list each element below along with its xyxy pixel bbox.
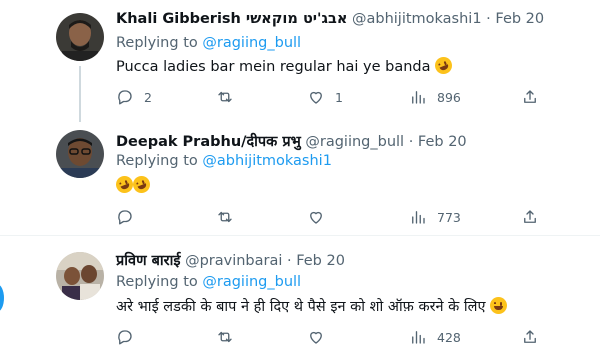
- share-button[interactable]: [521, 208, 539, 226]
- share-icon: [524, 210, 536, 223]
- views-icon: [412, 331, 425, 344]
- replying-mention-link[interactable]: @ragiing_bull: [202, 35, 301, 51]
- grinning-face-emoji: [490, 297, 508, 314]
- tweet-1[interactable]: Khali Gibberish אבג'יט מוקאשי @abhijitmo…: [0, 0, 600, 122]
- like-button[interactable]: [307, 328, 335, 346]
- rolling-laughing-emoji: [432, 54, 455, 77]
- avatar[interactable]: [56, 252, 104, 300]
- replying-to: Replying to @abhijitmokashi1: [116, 153, 332, 169]
- like-icon: [310, 211, 322, 224]
- thread-connector-line: [79, 66, 81, 122]
- like-button[interactable]: [307, 208, 335, 226]
- reply-button[interactable]: [116, 328, 144, 346]
- retweet-button[interactable]: [216, 328, 244, 346]
- separator-dot: ·: [408, 134, 414, 150]
- views-button[interactable]: 896: [409, 88, 461, 106]
- tweet-header: प्रविण बाराई @pravinbarai · Feb 20: [116, 250, 345, 270]
- display-name[interactable]: Deepak Prabhu/दीपक प्रभु: [116, 134, 301, 150]
- display-name[interactable]: Khali Gibberish אבג'יט מוקאשי: [116, 11, 347, 27]
- avatar[interactable]: [56, 130, 104, 178]
- reply-icon: [118, 330, 132, 345]
- avatar-image: [56, 130, 104, 178]
- replying-prefix: Replying to: [116, 274, 198, 290]
- retweet-icon: [218, 211, 232, 223]
- replying-to: Replying to @ragiing_bull: [116, 274, 301, 290]
- like-button[interactable]: 1: [307, 88, 343, 106]
- reply-button[interactable]: [116, 208, 144, 226]
- share-button[interactable]: [521, 328, 539, 346]
- views-button[interactable]: 773: [409, 208, 461, 226]
- like-icon: [310, 331, 322, 344]
- retweet-icon: [218, 91, 232, 103]
- tweet-3[interactable]: प्रविण बाराई @pravinbarai · Feb 20 Reply…: [0, 236, 600, 345]
- like-count: 1: [335, 89, 343, 105]
- avatar[interactable]: [56, 13, 104, 61]
- reply-button[interactable]: 2: [116, 88, 152, 106]
- handle[interactable]: @ragiing_bull: [305, 134, 404, 150]
- tweet-date[interactable]: Feb 20: [418, 134, 467, 150]
- replying-to: Replying to @ragiing_bull: [116, 35, 301, 51]
- tweet-2[interactable]: Deepak Prabhu/दीपक प्रभु @ragiing_bull ·…: [0, 122, 600, 235]
- handle[interactable]: @pravinbarai: [185, 253, 282, 269]
- retweet-button[interactable]: [216, 208, 244, 226]
- replying-prefix: Replying to: [116, 35, 198, 51]
- tweet-text-content: Pucca ladies bar mein regular hai ye ban…: [116, 59, 431, 75]
- handle[interactable]: @abhijitmokashi1: [352, 11, 482, 27]
- avatar-image: [56, 252, 104, 300]
- tweet-header: Khali Gibberish אבג'יט מוקאשי @abhijitmo…: [116, 11, 544, 27]
- views-icon: [412, 91, 425, 104]
- views-button[interactable]: 428: [409, 328, 461, 346]
- share-icon: [524, 90, 536, 103]
- tweet-text: Pucca ladies bar mein regular hai ye ban…: [116, 54, 455, 77]
- tweet-header: Deepak Prabhu/दीपक प्रभु @ragiing_bull ·…: [116, 131, 467, 151]
- action-bar: 2 1 896: [116, 88, 546, 110]
- retweet-button[interactable]: [216, 88, 244, 106]
- views-icon: [412, 211, 425, 224]
- tweet-text: [113, 173, 153, 196]
- retweet-icon: [218, 331, 232, 343]
- tweet-text: अरे भाई लडकी के बाप ने ही दिए थे पैसे इन…: [116, 296, 508, 316]
- share-icon: [524, 330, 536, 343]
- action-bar: 428: [116, 328, 546, 350]
- replying-mention-link[interactable]: @abhijitmokashi1: [202, 153, 332, 169]
- tweet-date[interactable]: Feb 20: [495, 11, 544, 27]
- reply-icon: [118, 210, 132, 225]
- avatar-image: [56, 13, 104, 61]
- reply-count: 2: [144, 89, 152, 105]
- tweet-date[interactable]: Feb 20: [296, 253, 345, 269]
- tweet-text-content: अरे भाई लडकी के बाप ने ही दिए थे पैसे इन…: [116, 299, 486, 315]
- view-count: 896: [437, 89, 461, 105]
- separator-dot: ·: [486, 11, 491, 27]
- action-bar: 773: [116, 208, 546, 230]
- rolling-laughing-emoji: [130, 173, 153, 196]
- replying-mention-link[interactable]: @ragiing_bull: [202, 274, 301, 290]
- separator-dot: ·: [287, 253, 292, 269]
- like-icon: [310, 91, 322, 104]
- display-name[interactable]: प्रविण बाराई: [116, 253, 180, 269]
- view-count: 773: [437, 209, 461, 225]
- replying-prefix: Replying to: [116, 153, 198, 169]
- reply-icon: [118, 90, 132, 105]
- view-count: 428: [437, 329, 461, 345]
- share-button[interactable]: [521, 88, 539, 106]
